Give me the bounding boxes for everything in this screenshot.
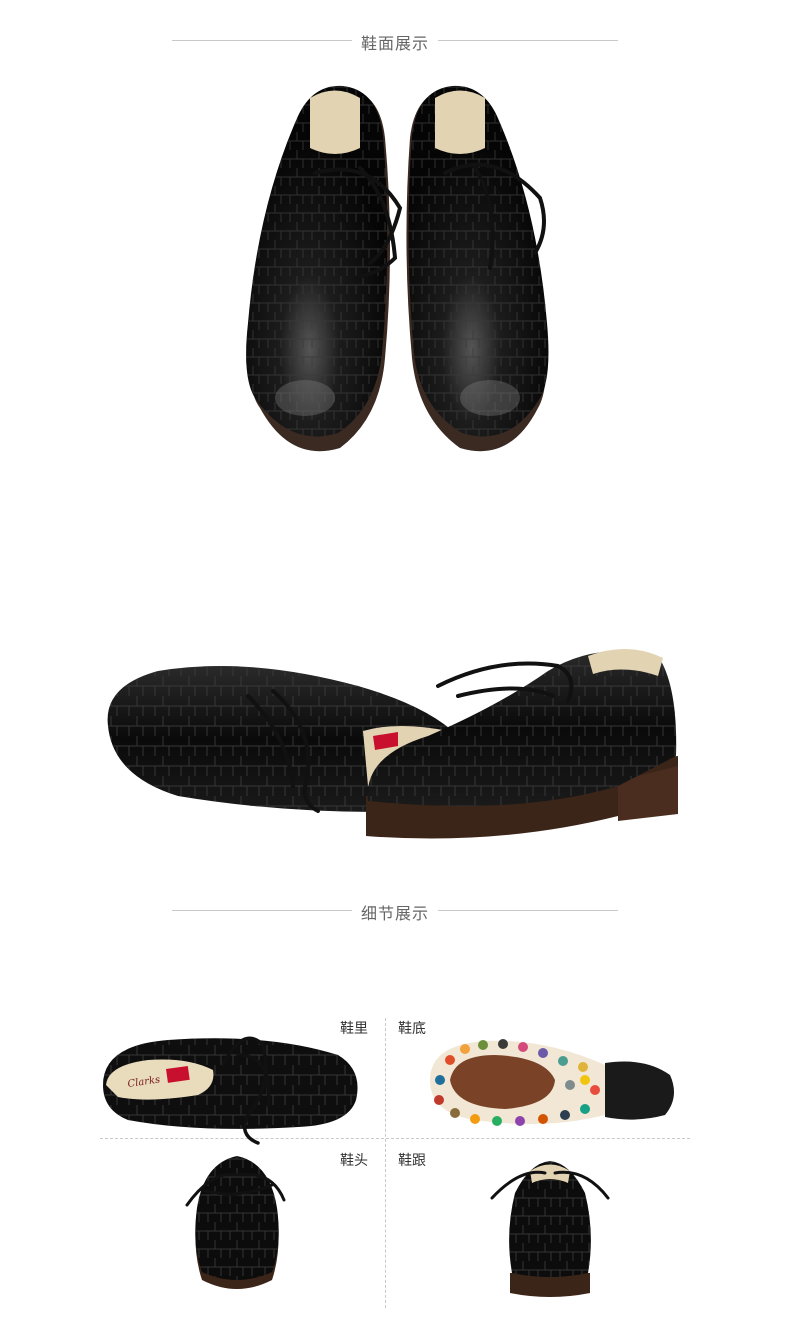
- upper-section-title: 鞋面展示: [0, 30, 790, 54]
- toe-label: 鞋头: [340, 1153, 368, 1169]
- toe-detail-photo: [185, 1156, 286, 1289]
- right-shoe: [406, 85, 549, 452]
- detail-grid-vertical-divider: [385, 1018, 386, 1308]
- sole-label: 鞋底: [398, 1021, 426, 1037]
- heel-label: 鞋跟: [398, 1153, 426, 1169]
- lining-detail-photo: Clarks: [103, 1036, 358, 1145]
- shoes-front-view-photo: [246, 85, 549, 452]
- detail-section-header: 细节展示: [0, 898, 790, 924]
- shoes-side-view-photo: [107, 648, 678, 839]
- detail-section-title: 细节展示: [0, 900, 790, 924]
- side-shoe-right: [366, 648, 678, 839]
- sole-detail-photo: [430, 1039, 674, 1126]
- upper-section-header: 鞋面展示: [0, 28, 790, 54]
- heel-detail-photo: [490, 1161, 610, 1297]
- left-shoe: [246, 85, 390, 452]
